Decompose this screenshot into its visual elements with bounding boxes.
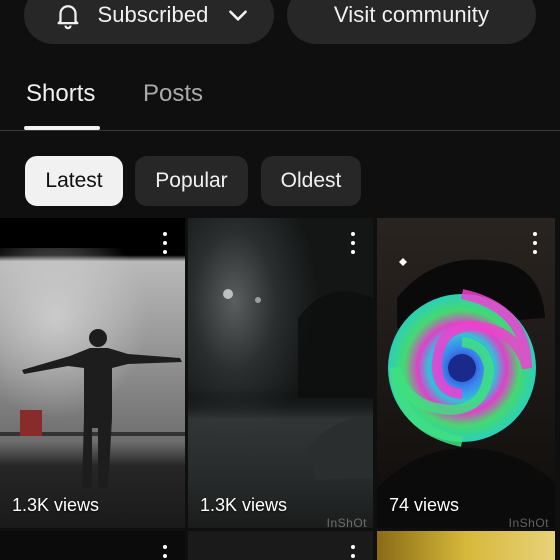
short-thumbnail [188,218,373,528]
tab-shorts[interactable]: Shorts [26,80,95,108]
tab-posts[interactable]: Posts [143,80,203,108]
visit-community-label: Visit community [333,2,490,27]
more-options-button[interactable] [159,232,171,254]
chevron-down-icon [225,2,251,28]
bell-icon [53,0,83,30]
view-count: 1.3K views [200,495,288,515]
subscribed-button[interactable]: Subscribed [24,0,274,44]
short-card[interactable] [377,531,555,560]
short-card[interactable]: 1.3K views InShOt [188,218,373,528]
filter-chip-latest[interactable]: Latest [25,156,123,206]
short-card[interactable] [188,531,373,560]
more-options-button[interactable] [159,545,171,560]
more-options-button[interactable] [529,232,541,254]
short-thumbnail [0,218,185,528]
visit-community-button[interactable]: Visit community [287,0,536,44]
short-card[interactable]: 74 views InShOt [377,218,555,528]
watermark-text: InShOt [326,516,367,528]
more-options-button[interactable] [347,545,359,560]
channel-actions: Subscribed Visit community [0,0,560,44]
short-card[interactable] [0,531,185,560]
view-count: 74 views [389,495,460,515]
more-options-button[interactable] [347,232,359,254]
filter-chip-oldest[interactable]: Oldest [261,156,361,206]
view-count: 1.3K views [12,495,100,515]
channel-tabs: Shorts Posts [0,72,560,132]
tabs-divider [0,130,560,131]
subscribed-label: Subscribed [97,2,209,27]
watermark-text: InShOt [508,516,549,528]
filter-chip-popular[interactable]: Popular [135,156,248,206]
short-thumbnail [377,218,555,528]
channel-shorts-page: Subscribed Visit community Shorts Posts … [0,0,560,560]
short-card[interactable]: 1.3K views [0,218,185,528]
